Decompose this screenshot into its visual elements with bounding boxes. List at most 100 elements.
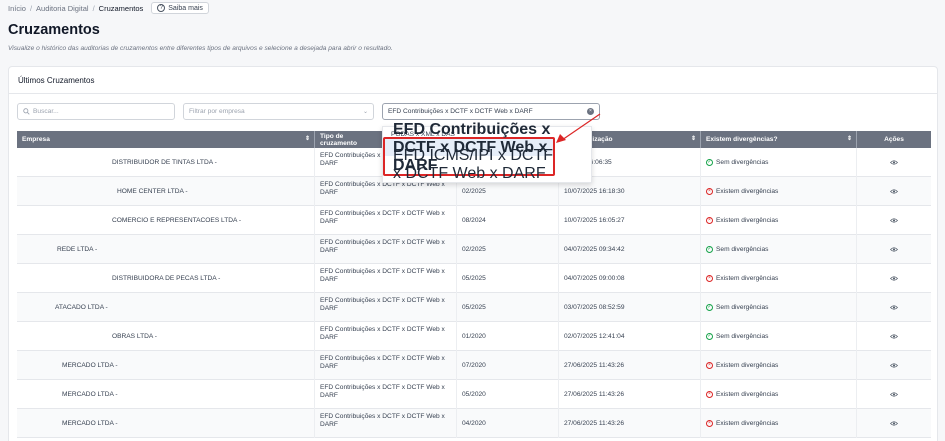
search-input[interactable]: Buscar... [17,103,175,120]
col-label: Ações [884,136,904,143]
company-filter-select[interactable]: Filtrar por empresa ⌄ [183,103,374,120]
cell-tipo: EFD Contribuições x DCTF x DCTF Web x DA… [315,409,457,438]
cell-divergencias: × Existem divergências [701,206,857,235]
competencia-text: 05/2020 [462,391,486,398]
status-text: Sem divergências [716,159,769,166]
cell-acoes [857,409,931,438]
competencia-text: 02/2025 [462,188,486,195]
cell-acoes [857,293,931,322]
search-placeholder: Buscar... [33,108,59,115]
empresa-text: MERCADO LTDA - [62,420,118,427]
tipo-text: EFD Contribuições x DCTF x DCTF Web x DA… [320,355,445,370]
empresa-text: DISTRIBUIDOR DE TINTAS LTDA - [112,159,217,166]
col-divergencias[interactable]: Existem divergências? ⇕ [701,131,857,148]
cell-empresa: MERCADO LTDA - [17,351,315,380]
cell-acoes [857,177,931,206]
col-acoes: Ações [857,131,931,148]
eye-icon[interactable] [890,218,898,223]
table-row[interactable]: MERCADO LTDA - EFD Contribuições x DCTF … [17,351,931,380]
eye-icon[interactable] [890,247,898,252]
cell-atualizacao: 04/07/2025 09:00:08 [559,264,701,293]
cell-acoes [857,235,931,264]
x-circle-icon: × [706,362,713,369]
help-button[interactable]: ? Saiba mais [151,2,209,14]
eye-icon[interactable] [890,276,898,281]
status-badge: ✓ Sem divergências [706,246,768,253]
competencia-text: 01/2020 [462,333,486,340]
status-badge: × Existem divergências [706,275,778,282]
page-title: Cruzamentos [8,22,100,38]
check-circle-icon: ✓ [706,304,713,311]
eye-icon[interactable] [890,189,898,194]
cell-empresa: ATACADO LTDA - [17,293,315,322]
cell-competencia: 05/2020 [457,380,559,409]
eye-icon[interactable] [890,392,898,397]
cell-empresa: DISTRIBUIDOR DE TINTAS LTDA - [17,148,315,177]
table-row[interactable]: COMERCIO E REPRESENTACOES LTDA - EFD Con… [17,206,931,235]
cell-atualizacao: 10/07/2025 16:05:27 [559,206,701,235]
cell-divergencias: ✓ Sem divergências [701,322,857,351]
eye-icon[interactable] [890,305,898,310]
col-empresa[interactable]: Empresa ⇕ [17,131,315,148]
col-tipo[interactable]: Tipo de cruzamento [315,131,383,148]
empresa-text: REDE LTDA - [57,246,98,253]
cell-tipo: EFD Contribuições x DCTF x DCTF Web x DA… [315,351,457,380]
breadcrumb-home[interactable]: Início [8,4,26,13]
status-badge: × Existem divergências [706,420,778,427]
status-badge: × Existem divergências [706,391,778,398]
help-circle-icon: ? [157,4,166,12]
cell-divergencias: ✓ Sem divergências [701,235,857,264]
table-row[interactable]: OBRAS LTDA - EFD Contribuições x DCTF x … [17,322,931,351]
eye-icon[interactable] [890,421,898,426]
cell-competencia: 01/2020 [457,322,559,351]
cell-acoes [857,206,931,235]
cell-atualizacao: 27/06/2025 11:43:26 [559,380,701,409]
empresa-text: DISTRIBUIDORA DE PECAS LTDA - [112,275,221,282]
status-text: Existem divergências [716,362,779,369]
atualizacao-text: 27/06/2025 11:43:26 [564,420,625,427]
help-button-label: Saiba mais [168,4,203,12]
competencia-text: 08/2024 [462,217,486,224]
table-row[interactable]: MERCADO LTDA - EFD Contribuições x DCTF … [17,380,931,409]
cell-atualizacao: 27/06/2025 11:43:26 [559,351,701,380]
cell-empresa: OBRAS LTDA - [17,322,315,351]
cell-empresa: HOME CENTER LTDA - [17,177,315,206]
status-text: Existem divergências [716,420,779,427]
cell-divergencias: ✓ Sem divergências [701,148,857,177]
status-badge: × Existem divergências [706,217,778,224]
table-row[interactable]: REDE LTDA - EFD Contribuições x DCTF x D… [17,235,931,264]
cell-empresa: MERCADO LTDA - [17,409,315,438]
search-icon [23,108,30,115]
cell-empresa: REDE LTDA - [17,235,315,264]
eye-icon[interactable] [890,160,898,165]
status-badge: ✓ Sem divergências [706,304,768,311]
eye-icon[interactable] [890,363,898,368]
table-row[interactable]: MERCADO LTDA - EFD Contribuições x DCTF … [17,409,931,438]
breadcrumb-auditoria[interactable]: Auditoria Digital [36,4,89,13]
status-text: Existem divergências [716,217,779,224]
page-subtitle: Visualize o histórico das auditorias de … [8,45,393,52]
x-circle-icon: × [706,391,713,398]
breadcrumb-current: Cruzamentos [98,3,144,13]
sort-icon: ⇕ [690,136,696,142]
table-row[interactable]: DISTRIBUIDORA DE PECAS LTDA - EFD Contri… [17,264,931,293]
status-badge: ✓ Sem divergências [706,333,768,340]
table-row[interactable]: ATACADO LTDA - EFD Contribuições x DCTF … [17,293,931,322]
breadcrumb-separator: / [92,3,95,13]
cell-divergencias: × Existem divergências [701,351,857,380]
status-text: Sem divergências [716,333,769,340]
check-circle-icon: ✓ [706,333,713,340]
x-circle-icon: × [706,217,713,224]
empresa-text: MERCADO LTDA - [62,391,118,398]
annotation-arrow-icon [556,113,601,143]
cell-competencia: 05/2025 [457,293,559,322]
atualizacao-text: 04/07/2025 09:00:08 [564,275,625,282]
atualizacao-text: 27/06/2025 11:43:26 [564,391,625,398]
cell-atualizacao: 02/07/2025 12:41:04 [559,322,701,351]
col-label: Existem divergências? [706,136,778,143]
cell-atualizacao: 04/07/2025 09:34:42 [559,235,701,264]
eye-icon[interactable] [890,334,898,339]
breadcrumb-separator: / [29,3,33,13]
dropdown-option[interactable]: EFD ICMS/IPI x DCTF x DCTF Web x DARF [385,147,553,182]
tipo-text: EFD Contribuições x DCTF x DCTF Web x DA… [320,268,445,283]
